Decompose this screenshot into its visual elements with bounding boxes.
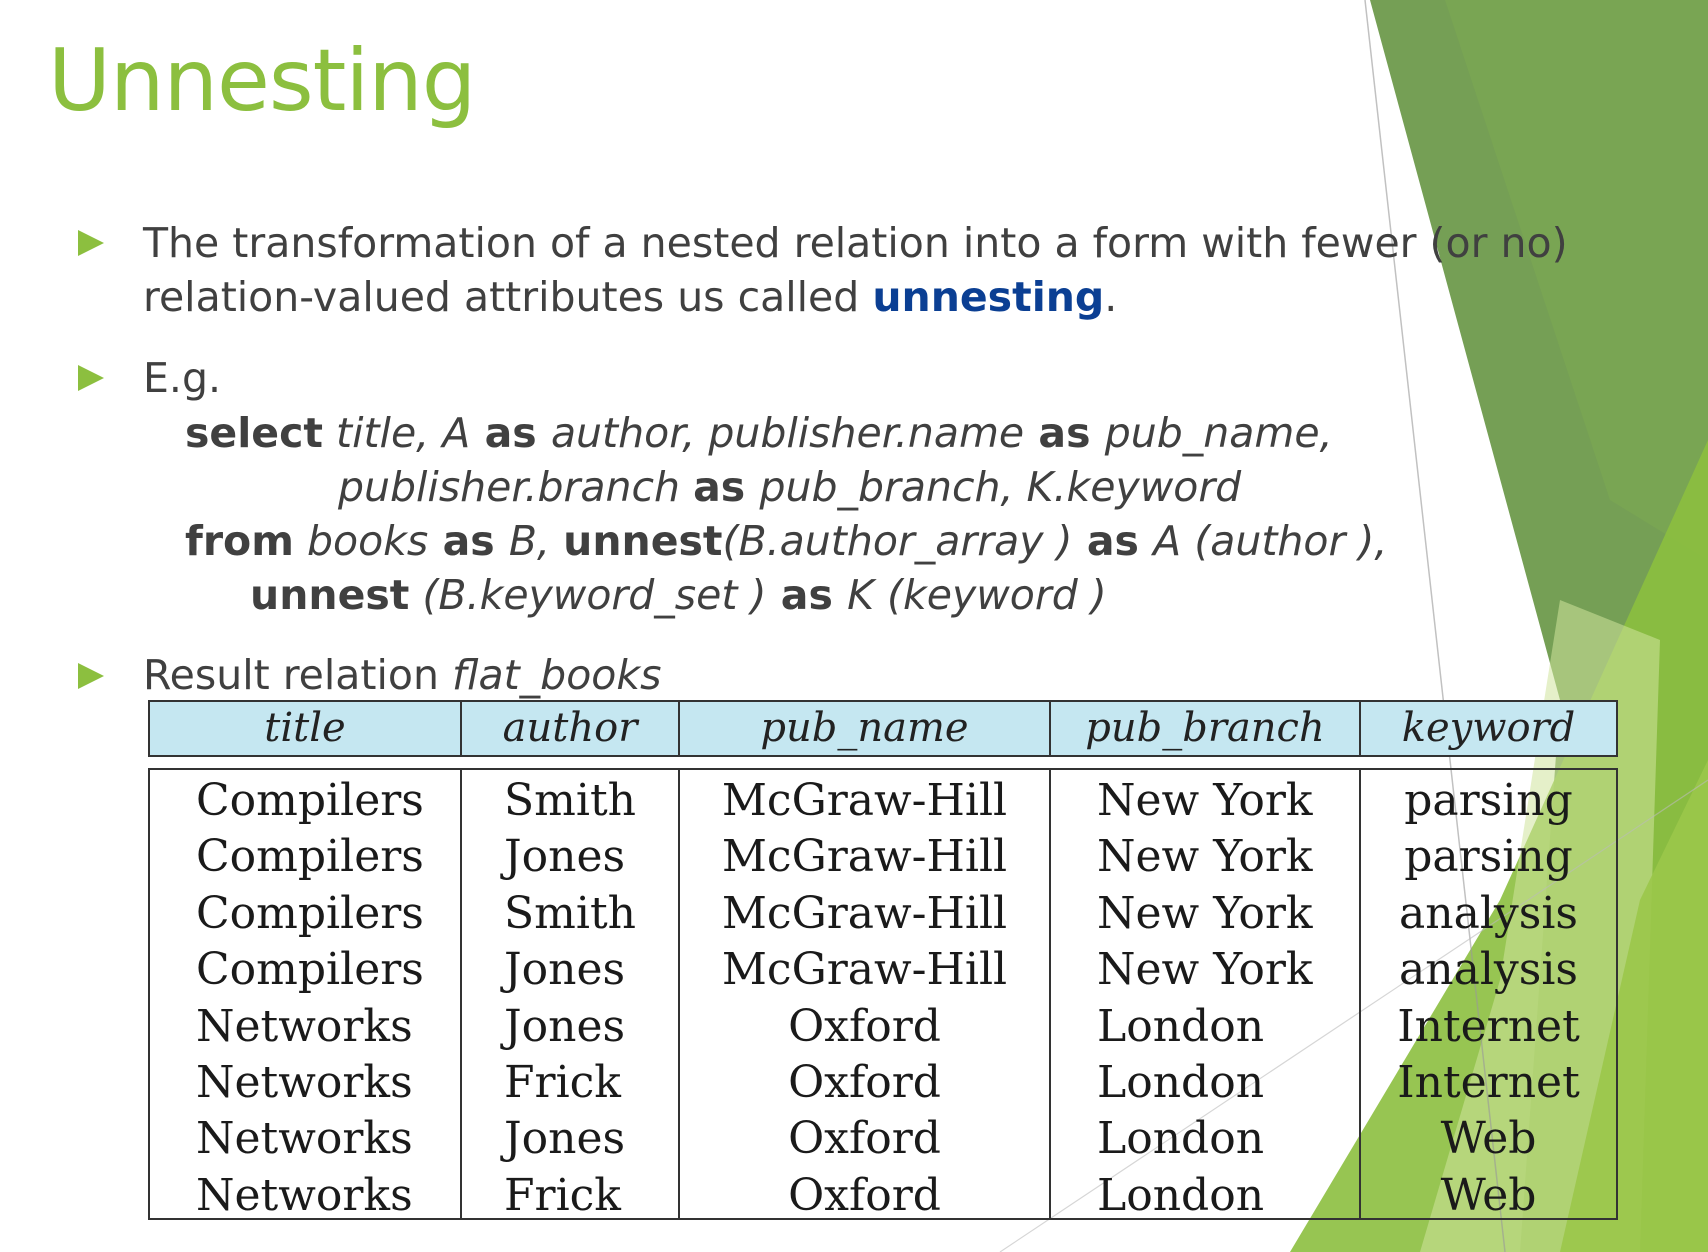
table-cell: McGraw-Hill bbox=[721, 944, 1008, 996]
unnest-keyword: unnest bbox=[563, 517, 723, 565]
code-from-array: (B.author_array ) bbox=[722, 517, 1073, 565]
table-cell: Compilers bbox=[196, 944, 424, 996]
code-select-author: author, publisher.name bbox=[550, 409, 1025, 457]
slide-title: Unnesting bbox=[48, 31, 476, 131]
table-cell: McGraw-Hill bbox=[721, 887, 1008, 939]
table-cell: analysis bbox=[1399, 887, 1578, 939]
table-cell: Oxford bbox=[788, 1169, 941, 1221]
table-cell: Frick bbox=[504, 1057, 621, 1109]
code-keyword-set: (B.keyword_set ) bbox=[409, 571, 767, 619]
table-cell: Networks bbox=[196, 1113, 413, 1165]
table-cell: McGraw-Hill bbox=[721, 775, 1008, 826]
bullet3-label: Result relation flat_books bbox=[143, 648, 661, 702]
header-title: title bbox=[150, 702, 462, 755]
table-cell: New York bbox=[1097, 887, 1313, 939]
table-header: title author pub_name pub_branch keyword bbox=[148, 700, 1618, 757]
bullet-arrow-icon bbox=[78, 663, 104, 689]
table-cell: Internet bbox=[1397, 1057, 1580, 1109]
code-from-B: B, bbox=[508, 517, 564, 565]
unnesting-keyword: unnesting bbox=[872, 273, 1105, 321]
bullet1-line1-text: The transformation of a nested relation … bbox=[143, 219, 1568, 267]
table-cell: Jones bbox=[504, 831, 626, 883]
header-pub-name: pub_name bbox=[680, 702, 1051, 755]
as-keyword: as bbox=[1072, 517, 1154, 565]
table-cell: New York bbox=[1097, 944, 1313, 996]
table-cell: London bbox=[1097, 1169, 1265, 1221]
table-cell: Oxford bbox=[788, 1000, 941, 1052]
code-line-unnest: unnest (B.keyword_set ) as K (keyword ) bbox=[250, 568, 1107, 622]
as-keyword: as bbox=[428, 517, 509, 565]
relation-name: flat_books bbox=[451, 651, 662, 699]
table-cell: Compilers bbox=[196, 887, 424, 939]
header-pub-branch: pub_branch bbox=[1051, 702, 1361, 755]
table-cell: Internet bbox=[1397, 1000, 1580, 1052]
column-author: Smith Jones Smith Jones Jones Frick Jone… bbox=[462, 770, 680, 1221]
bullet2-label: E.g. bbox=[143, 354, 221, 402]
code-from-A: A (author ), bbox=[1153, 517, 1388, 565]
table-cell: Networks bbox=[196, 1057, 413, 1109]
bullet3-prefix: Result relation bbox=[143, 651, 452, 699]
bullet1-line1: The transformation of a nested relation … bbox=[143, 216, 1568, 270]
table-cell: Compilers bbox=[196, 775, 424, 826]
as-keyword: as bbox=[693, 463, 760, 511]
as-keyword: as bbox=[1024, 409, 1105, 457]
slide: Unnesting The transformation of a nested… bbox=[0, 0, 1708, 1252]
header-keyword: keyword bbox=[1401, 705, 1576, 751]
column-keyword: parsing parsing analysis analysis Intern… bbox=[1361, 770, 1616, 1221]
unnest-keyword: unnest bbox=[250, 571, 410, 619]
table-cell: McGraw-Hill bbox=[721, 831, 1008, 883]
table-cell: parsing bbox=[1404, 775, 1573, 826]
table-cell: London bbox=[1097, 1057, 1265, 1109]
column-pub-name: McGraw-Hill McGraw-Hill McGraw-Hill McGr… bbox=[680, 770, 1051, 1221]
table-cell: Web bbox=[1440, 1169, 1537, 1221]
bullet-arrow-icon bbox=[78, 365, 104, 391]
table-cell: Smith bbox=[504, 887, 636, 939]
select-keyword: select bbox=[185, 409, 323, 457]
bullet1-line2: relation-valued attributes us called unn… bbox=[143, 270, 1117, 324]
table-cell: Web bbox=[1440, 1113, 1537, 1165]
code-branch: publisher.branch bbox=[338, 463, 694, 511]
from-keyword: from bbox=[185, 517, 294, 565]
bullet1-line2-prefix: relation-valued attributes us called bbox=[143, 273, 873, 321]
table-cell: Networks bbox=[196, 1169, 413, 1221]
table-cell: Jones bbox=[504, 944, 626, 996]
code-select-A: A bbox=[442, 409, 471, 457]
table-cell: Frick bbox=[504, 1169, 621, 1221]
as-keyword: as bbox=[766, 571, 848, 619]
table-cell: Jones bbox=[504, 1113, 626, 1165]
table-body: Compilers Compilers Compilers Compilers … bbox=[148, 768, 1618, 1221]
table-cell: Jones bbox=[504, 1000, 626, 1052]
table-cell: London bbox=[1097, 1000, 1265, 1052]
table-cell: Smith bbox=[504, 775, 636, 826]
as-keyword: as bbox=[470, 409, 551, 457]
table-cell: Compilers bbox=[196, 831, 424, 883]
header-author: author bbox=[462, 702, 680, 755]
code-K: K (keyword ) bbox=[847, 571, 1107, 619]
code-select-pubname: pub_name, bbox=[1104, 409, 1333, 457]
table-cell: parsing bbox=[1404, 831, 1573, 883]
code-line-branch: publisher.branch as pub_branch, K.keywor… bbox=[338, 460, 1241, 514]
code-select-title: title, bbox=[322, 409, 443, 457]
bullet1-line2-suffix: . bbox=[1104, 273, 1118, 321]
code-from-books: books bbox=[293, 517, 429, 565]
column-pub-branch: New York New York New York New York Lond… bbox=[1051, 770, 1361, 1221]
code-line-from: from books as B, unnest(B.author_array )… bbox=[185, 514, 1387, 568]
table-cell: Networks bbox=[196, 1000, 413, 1052]
code-branch-rest: pub_branch, K.keyword bbox=[759, 463, 1242, 511]
table-cell: London bbox=[1097, 1113, 1265, 1165]
table-cell: New York bbox=[1097, 775, 1313, 826]
code-line-select: select title, A as author, publisher.nam… bbox=[185, 406, 1333, 460]
table-cell: Oxford bbox=[788, 1057, 941, 1109]
column-title: Compilers Compilers Compilers Compilers … bbox=[150, 770, 462, 1221]
table-cell: analysis bbox=[1399, 944, 1578, 996]
table-cell: New York bbox=[1097, 831, 1313, 883]
table-cell: Oxford bbox=[788, 1113, 941, 1165]
bullet-arrow-icon bbox=[78, 230, 104, 256]
